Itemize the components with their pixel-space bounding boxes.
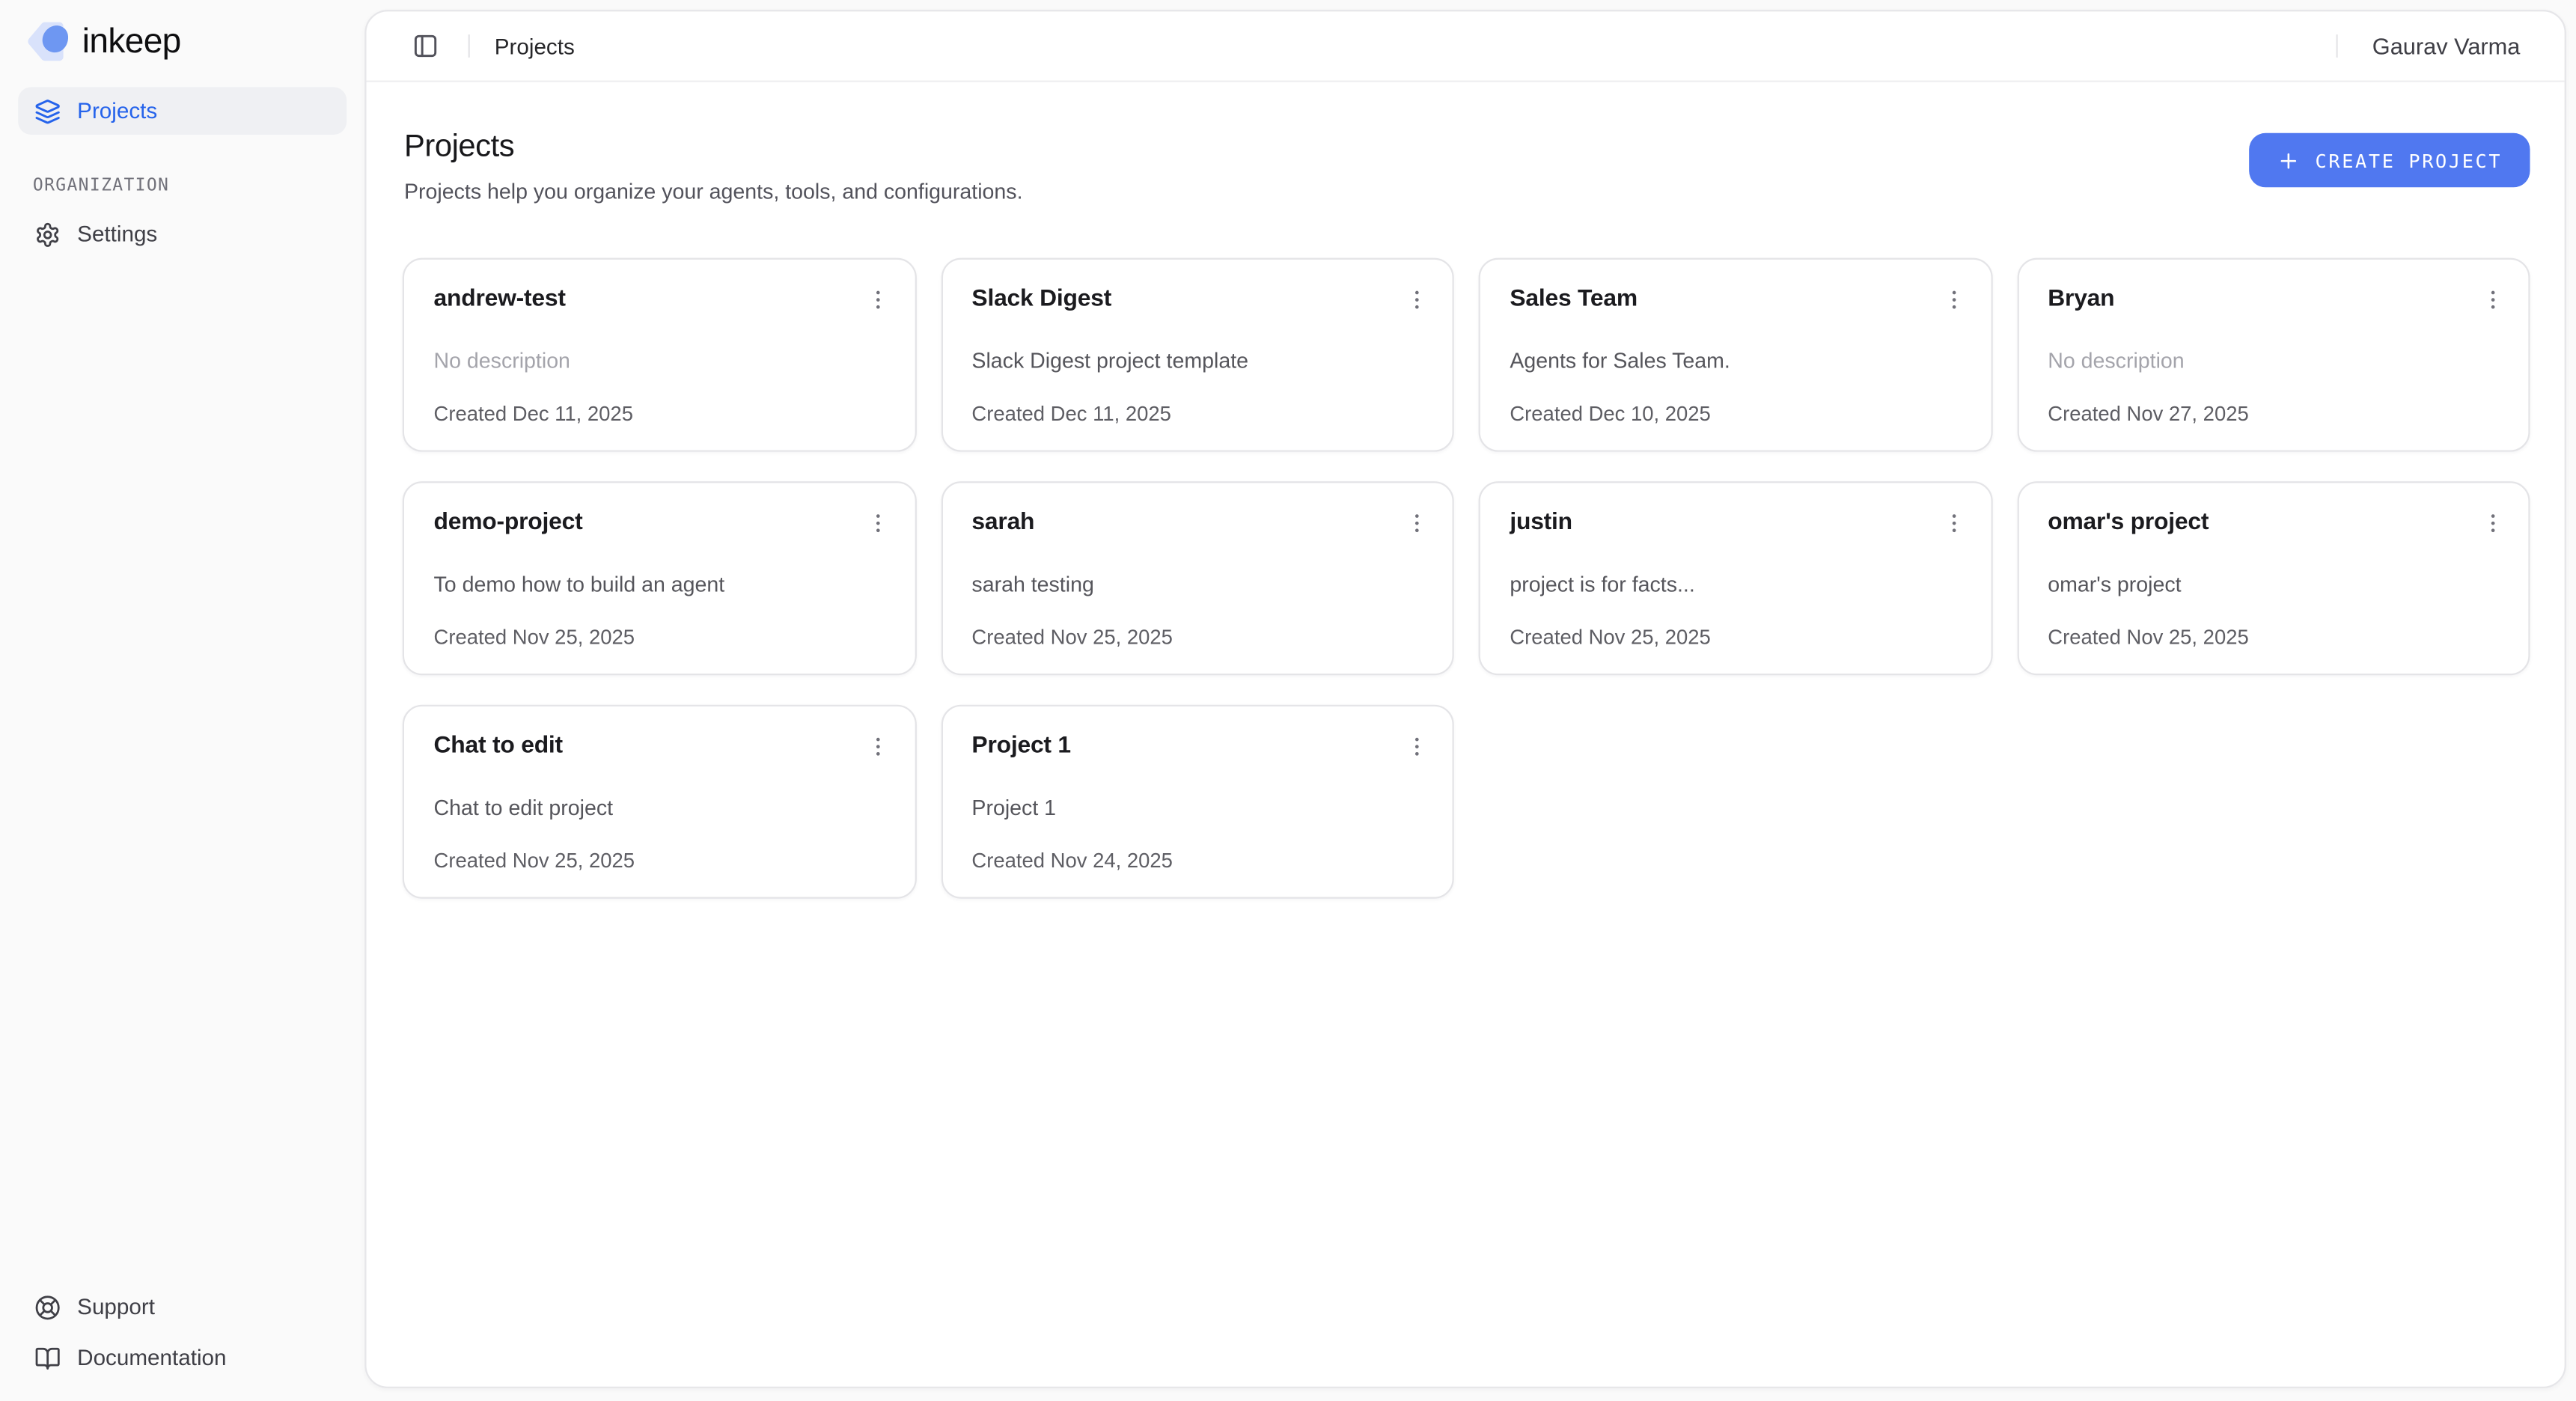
- create-project-button[interactable]: CREATE PROJECT: [2250, 133, 2530, 187]
- project-card-created: Created Dec 11, 2025: [434, 401, 890, 427]
- kebab-menu-icon[interactable]: [1400, 506, 1432, 539]
- main-panel: Projects Gaurav Varma Projects Projects …: [364, 10, 2566, 1388]
- project-card-title: andrew-test: [434, 284, 566, 316]
- project-card-description: No description: [2048, 347, 2503, 374]
- project-card-description: Project 1: [971, 793, 1427, 821]
- sidebar-toggle-button[interactable]: [407, 28, 443, 64]
- sidebar: inkeep Projects ORGANIZATION Settings Su…: [0, 0, 364, 1401]
- project-card[interactable]: Sales Team Agents for Sales Team. Create…: [1479, 258, 1992, 452]
- project-card[interactable]: omar's project omar's project Created No…: [2017, 481, 2530, 675]
- project-card-created: Created Dec 10, 2025: [1510, 401, 1965, 427]
- brand-logo[interactable]: inkeep: [0, 0, 364, 84]
- project-card-created: Created Dec 11, 2025: [971, 401, 1427, 427]
- user-divider: [2337, 34, 2338, 58]
- page-header: Projects Projects help you organize your…: [403, 121, 2530, 207]
- gear-icon: [34, 221, 61, 247]
- project-card-description: sarah testing: [971, 570, 1427, 598]
- project-card-created: Created Nov 25, 2025: [434, 624, 890, 650]
- create-project-label: CREATE PROJECT: [2316, 149, 2503, 172]
- project-card[interactable]: demo-project To demo how to build an age…: [403, 481, 916, 675]
- sidebar-item-label: Projects: [77, 99, 157, 123]
- project-card-created: Created Nov 25, 2025: [2048, 624, 2503, 650]
- project-card-created: Created Nov 27, 2025: [2048, 401, 2503, 427]
- project-card-created: Created Nov 25, 2025: [434, 848, 890, 874]
- top-bar: Projects Gaurav Varma: [367, 11, 2565, 82]
- project-card-created: Created Nov 24, 2025: [971, 848, 1427, 874]
- kebab-menu-icon[interactable]: [1938, 283, 1971, 316]
- project-card[interactable]: Slack Digest Slack Digest project templa…: [941, 258, 1454, 452]
- project-card-title: Project 1: [971, 731, 1070, 763]
- project-card-title: Chat to edit: [434, 731, 563, 763]
- kebab-menu-icon[interactable]: [861, 730, 894, 763]
- sidebar-item-documentation[interactable]: Documentation: [18, 1334, 347, 1382]
- topbar-divider: [468, 34, 470, 58]
- sidebar-item-label: Documentation: [77, 1346, 226, 1370]
- project-card-description: project is for facts...: [1510, 570, 1965, 598]
- project-card[interactable]: Bryan No description Created Nov 27, 202…: [2017, 258, 2530, 452]
- kebab-menu-icon[interactable]: [861, 283, 894, 316]
- projects-grid: andrew-test No description Created Dec 1…: [403, 258, 2530, 899]
- project-card-description: No description: [434, 347, 890, 374]
- app-viewport: inkeep Projects ORGANIZATION Settings Su…: [0, 0, 2576, 1401]
- breadcrumb: Projects: [495, 34, 575, 58]
- kebab-menu-icon[interactable]: [861, 506, 894, 539]
- sidebar-item-label: Support: [77, 1295, 155, 1319]
- kebab-menu-icon[interactable]: [1400, 283, 1432, 316]
- kebab-menu-icon[interactable]: [1938, 506, 1971, 539]
- project-card-title: sarah: [971, 507, 1034, 539]
- page-content: Projects Projects help you organize your…: [367, 82, 2565, 899]
- project-card-created: Created Nov 25, 2025: [1510, 624, 1965, 650]
- kebab-menu-icon[interactable]: [1400, 730, 1432, 763]
- project-card-title: demo-project: [434, 507, 583, 539]
- sidebar-item-projects[interactable]: Projects: [18, 87, 347, 135]
- project-card[interactable]: justin project is for facts... Created N…: [1479, 481, 1992, 675]
- project-card[interactable]: sarah sarah testing Created Nov 25, 2025: [941, 481, 1454, 675]
- book-open-icon: [34, 1345, 61, 1371]
- project-card[interactable]: Chat to edit Chat to edit project Create…: [403, 705, 916, 899]
- layers-icon: [34, 98, 61, 124]
- user-menu[interactable]: Gaurav Varma: [2372, 33, 2521, 59]
- project-card-title: Slack Digest: [971, 284, 1111, 316]
- project-card-created: Created Nov 25, 2025: [971, 624, 1427, 650]
- project-card-description: Agents for Sales Team.: [1510, 347, 1965, 374]
- project-card-description: Slack Digest project template: [971, 347, 1427, 374]
- sidebar-section-organization: ORGANIZATION: [33, 176, 364, 195]
- page-title: Projects: [404, 128, 1023, 168]
- kebab-menu-icon[interactable]: [2476, 506, 2509, 539]
- project-card-description: To demo how to build an agent: [434, 570, 890, 598]
- sidebar-item-settings[interactable]: Settings: [18, 210, 347, 258]
- plus-icon: [2277, 149, 2301, 172]
- kebab-menu-icon[interactable]: [2476, 283, 2509, 316]
- project-card-description: omar's project: [2048, 570, 2503, 598]
- sidebar-footer: Support Documentation: [0, 1283, 364, 1401]
- sidebar-item-support[interactable]: Support: [18, 1283, 347, 1331]
- project-card-title: Sales Team: [1510, 284, 1638, 316]
- project-card-title: omar's project: [2048, 507, 2209, 539]
- page-subtitle: Projects help you organize your agents, …: [404, 177, 1023, 207]
- project-card[interactable]: andrew-test No description Created Dec 1…: [403, 258, 916, 452]
- project-card[interactable]: Project 1 Project 1 Created Nov 24, 2025: [941, 705, 1454, 899]
- inkeep-logo-mark: [28, 19, 72, 64]
- lifebuoy-icon: [34, 1294, 61, 1320]
- project-card-description: Chat to edit project: [434, 793, 890, 821]
- project-card-title: Bryan: [2048, 284, 2114, 316]
- brand-wordmark: inkeep: [82, 22, 181, 62]
- panel-left-icon: [412, 33, 439, 59]
- sidebar-item-label: Settings: [77, 222, 157, 246]
- project-card-title: justin: [1510, 507, 1572, 539]
